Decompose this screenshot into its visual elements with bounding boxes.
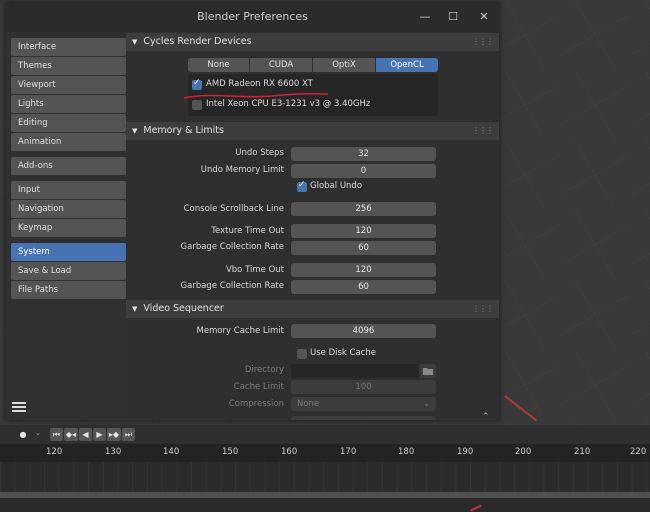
frame-tick: 180 xyxy=(398,447,415,457)
compression-label: Compression xyxy=(228,399,284,409)
texture-timeout-field[interactable]: 120 xyxy=(291,224,436,238)
jump-start-icon[interactable]: ⏮ xyxy=(50,428,63,441)
frame-ruler[interactable]: 120 130 140 150 160 170 180 190 200 210 … xyxy=(0,444,650,462)
frame-tick: 210 xyxy=(574,447,591,457)
global-undo-checkbox[interactable] xyxy=(297,180,307,192)
device-label-amd: AMD Radeon RX 6600 XT xyxy=(206,79,313,89)
next-keyframe-icon[interactable]: ▸◆ xyxy=(107,428,121,441)
gc-rate-field[interactable]: 60 xyxy=(291,241,436,255)
directory-field[interactable] xyxy=(291,364,419,378)
device-checkbox-intel[interactable] xyxy=(192,100,202,110)
undo-memory-field[interactable]: 0 xyxy=(291,164,436,178)
cache-limit-field[interactable]: 100 xyxy=(291,380,436,394)
frame-tick: 190 xyxy=(457,447,474,457)
timeline-scrollbar[interactable] xyxy=(0,492,650,498)
minimize-button[interactable]: — xyxy=(414,6,436,28)
close-button[interactable]: ✕ xyxy=(473,6,495,28)
preferences-main-panel: ▼ Cycles Render Devices ⋮⋮⋮ None CUDA Opt… xyxy=(126,32,499,420)
compression-value: None xyxy=(297,399,320,409)
sidebar-item-navigation[interactable]: Navigation xyxy=(11,200,126,218)
preferences-sidebar: Interface Themes Viewport Lights Editing… xyxy=(11,38,126,300)
frame-tick: 150 xyxy=(222,447,239,457)
sidebar-item-file-paths[interactable]: File Paths xyxy=(11,281,126,299)
section-title: Cycles Render Devices xyxy=(143,36,252,47)
cache-limit-label: Cache Limit xyxy=(233,382,284,392)
prev-keyframe-icon[interactable]: ◆◂ xyxy=(64,428,78,441)
sidebar-item-animation[interactable]: Animation xyxy=(11,133,126,151)
vbo-gc-rate-label: Garbage Collection Rate xyxy=(180,281,284,291)
undo-memory-label: Undo Memory Limit xyxy=(200,165,284,175)
section-title: Video Sequencer xyxy=(143,303,224,314)
timeline-header: ● ⌄ ⏮ ◆◂ ◀ ▶ ▸◆ ⏭ xyxy=(0,425,650,444)
sidebar-item-themes[interactable]: Themes xyxy=(11,57,126,75)
sidebar-item-viewport[interactable]: Viewport xyxy=(11,76,126,94)
device-label-intel: Intel Xeon CPU E3-1231 v3 @ 3.40GHz xyxy=(206,99,371,109)
folder-icon[interactable] xyxy=(420,364,436,378)
sidebar-item-editing[interactable]: Editing xyxy=(11,114,126,132)
scroll-up-icon[interactable]: ⌃ xyxy=(482,412,490,420)
maximize-button[interactable]: ☐ xyxy=(442,6,464,28)
gc-rate-label: Garbage Collection Rate xyxy=(180,242,284,252)
title-bar[interactable]: Blender Preferences — ☐ ✕ xyxy=(6,2,499,32)
red-mark xyxy=(470,504,482,512)
frame-tick: 170 xyxy=(340,447,357,457)
drag-grip-icon[interactable]: ⋮⋮⋮ xyxy=(472,122,494,140)
undo-steps-label: Undo Steps xyxy=(235,148,284,158)
compression-dropdown[interactable]: None ⌄ xyxy=(291,397,436,411)
sidebar-item-lights[interactable]: Lights xyxy=(11,95,126,113)
sidebar-item-save-load[interactable]: Save & Load xyxy=(11,262,126,280)
sidebar-item-input[interactable]: Input xyxy=(11,181,126,199)
next-field-partial xyxy=(291,416,436,420)
sidebar-item-addons[interactable]: Add-ons xyxy=(11,157,126,175)
undo-steps-field[interactable]: 32 xyxy=(291,147,436,161)
section-header-sequencer[interactable]: ▼ Video Sequencer ⋮⋮⋮ xyxy=(126,300,499,318)
directory-label: Directory xyxy=(244,365,284,375)
memory-cache-limit-field[interactable]: 4096 xyxy=(291,324,436,338)
use-disk-cache-checkbox[interactable] xyxy=(297,349,307,359)
frame-tick: 160 xyxy=(281,447,298,457)
device-checkbox-amd[interactable] xyxy=(192,78,202,90)
record-dropdown-icon[interactable]: ⌄ xyxy=(35,429,41,437)
tab-optix[interactable]: OptiX xyxy=(313,58,375,72)
record-button[interactable]: ● xyxy=(14,428,32,441)
vbo-timeout-field[interactable]: 120 xyxy=(291,263,436,277)
tab-none[interactable]: None xyxy=(188,58,249,72)
hamburger-menu-icon[interactable] xyxy=(12,400,26,414)
preferences-window: Blender Preferences — ☐ ✕ Interface Them… xyxy=(6,2,499,420)
play-reverse-icon[interactable]: ◀ xyxy=(79,428,92,441)
console-scrollback-label: Console Scrollback Line xyxy=(183,204,284,214)
jump-end-icon[interactable]: ⏭ xyxy=(122,428,135,441)
vbo-timeout-label: Vbo Time Out xyxy=(225,265,284,275)
frame-tick: 130 xyxy=(105,447,122,457)
tab-cuda[interactable]: CUDA xyxy=(250,58,312,72)
memory-cache-limit-label: Memory Cache Limit xyxy=(196,326,284,336)
collapse-triangle-icon: ▼ xyxy=(132,127,138,135)
sidebar-item-interface[interactable]: Interface xyxy=(11,38,126,56)
section-title: Memory & Limits xyxy=(143,125,224,136)
frame-tick: 140 xyxy=(163,447,180,457)
collapse-triangle-icon: ▼ xyxy=(132,305,138,313)
vbo-gc-rate-field[interactable]: 60 xyxy=(291,280,436,294)
tab-opencl[interactable]: OpenCL xyxy=(376,58,438,72)
frame-tick: 200 xyxy=(515,447,532,457)
drag-grip-icon[interactable]: ⋮⋮⋮ xyxy=(472,300,494,318)
section-header-cycles[interactable]: ▼ Cycles Render Devices ⋮⋮⋮ xyxy=(126,33,499,51)
global-undo-label: Global Undo xyxy=(310,181,363,191)
timeline-editor: ● ⌄ ⏮ ◆◂ ◀ ▶ ▸◆ ⏭ 120 130 140 150 160 17… xyxy=(0,425,650,512)
frame-tick: 120 xyxy=(46,447,63,457)
chevron-down-icon: ⌄ xyxy=(422,399,430,409)
drag-grip-icon[interactable]: ⋮⋮⋮ xyxy=(472,33,494,51)
sidebar-item-keymap[interactable]: Keymap xyxy=(11,219,126,237)
use-disk-cache-label: Use Disk Cache xyxy=(310,348,376,358)
section-header-memory[interactable]: ▼ Memory & Limits ⋮⋮⋮ xyxy=(126,122,499,140)
collapse-triangle-icon: ▼ xyxy=(132,38,138,46)
sidebar-item-system[interactable]: System xyxy=(11,243,126,261)
timeline-tracks[interactable] xyxy=(0,462,650,492)
play-icon[interactable]: ▶ xyxy=(93,428,106,441)
console-scrollback-field[interactable]: 256 xyxy=(291,202,436,216)
frame-tick: 220 xyxy=(630,447,647,457)
texture-timeout-label: Texture Time Out xyxy=(211,226,284,236)
